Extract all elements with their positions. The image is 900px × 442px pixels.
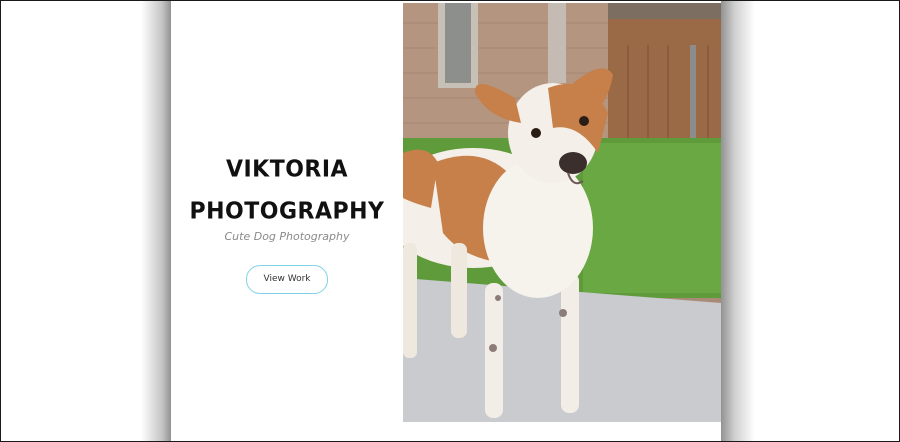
page-shadow-right xyxy=(721,1,755,441)
hero-text-panel: VIKTORIA PHOTOGRAPHY Cute Dog Photograph… xyxy=(171,1,403,441)
browser-frame: VIKTORIA PHOTOGRAPHY Cute Dog Photograph… xyxy=(0,0,900,442)
site-title-line1: VIKTORIA xyxy=(225,156,349,183)
page-shadow-left xyxy=(141,1,171,441)
dog-photo xyxy=(403,3,721,422)
page-content: VIKTORIA PHOTOGRAPHY Cute Dog Photograph… xyxy=(171,1,721,441)
view-work-button[interactable]: View Work xyxy=(246,265,328,294)
site-title: VIKTORIA PHOTOGRAPHY xyxy=(171,149,403,233)
site-subtitle: Cute Dog Photography xyxy=(224,230,350,243)
site-title-line2: PHOTOGRAPHY xyxy=(189,198,385,225)
